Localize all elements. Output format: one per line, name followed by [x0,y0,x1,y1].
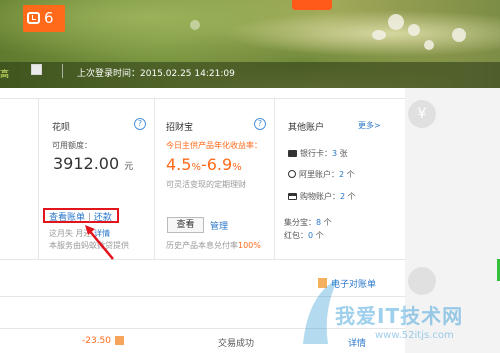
yuan-coin-icon[interactable]: ¥ [408,100,436,128]
aliexpress-icon [288,170,296,178]
bill-links: 查看账单 | 还款 [49,210,112,223]
document-icon [318,278,327,288]
security-level: 高 [0,70,10,80]
huabei-card: 花呗 ? 可用额度： 3912.00 元 查看账单 | 还款 这月失 月还 详情… [38,99,155,260]
divider [62,64,63,78]
repay-link[interactable]: 还款 [94,213,112,223]
last-login-time: 上次登录时间：2015.02.25 14:21:09 [77,69,235,79]
manage-link[interactable]: 管理 [210,219,228,232]
shopping-bag-icon [288,193,297,200]
account-row: 银行卡：3 张 [288,148,348,159]
annotation-arrow [85,225,114,260]
watermark-url: www.52itjs.com [375,330,454,341]
more-link[interactable]: 更多> [358,120,381,131]
card-edge [0,99,39,259]
asset-cards: 花呗 ? 可用额度： 3912.00 元 查看账单 | 还款 这月失 月还 详情… [0,98,405,260]
account-row: 集分宝：8 个 [284,218,332,227]
view-bill-link[interactable]: 查看账单 [49,213,85,223]
available-label: 可用额度： [52,141,92,150]
other-accounts-title: 其他账户 [288,123,325,133]
account-row: 购物账户：2 个 [288,191,356,202]
zhaocaibao-card: 招财宝 ? 今日主供产品年化收益率： 4.5%-6.9% 可灵活变现的定期理财 … [154,99,275,259]
zhaocaibao-title: 招财宝 [166,123,194,133]
account-row: 阿里账户：2 个 [288,169,355,180]
account-row: 红包：0 个 [284,231,324,240]
bank-card-icon [288,150,297,157]
badge-count: 6 [44,9,54,27]
rate-desc: 今日主供产品年化收益率： [166,141,262,150]
view-button[interactable]: 查看 [167,217,204,233]
rate-range: 4.5%-6.9% [166,155,242,174]
message-badge[interactable]: 6 [23,5,65,32]
transaction-detail-link[interactable]: 详情 [348,336,366,349]
other-accounts-card: 其他账户 更多> 银行卡：3 张 阿里账户：2 个 购物账户：2 个 集分宝：8… [274,99,405,259]
header-banner [0,0,500,88]
link-separator: | [87,213,91,223]
banner-info-strip [0,62,500,88]
divider [0,296,405,297]
help-icon[interactable]: ? [134,118,146,130]
transaction-status: 交易成功 [218,339,255,349]
security-shield-icon[interactable] [31,64,42,75]
alarm-clock-icon [27,12,40,24]
more-actions-icon[interactable] [115,336,124,345]
watermark-text: 我爱IT技术网 [335,304,464,328]
history-rate: 历史产品本息兑付率100% [166,241,261,250]
huabei-title: 花呗 [52,123,71,133]
huabei-amount: 3912.00 元 [53,154,134,173]
notification-tab[interactable] [292,0,332,10]
ebill-link[interactable]: 电子对账单 [318,277,376,290]
chart-icon[interactable] [408,267,436,295]
transferable-note: 可灵活变现的定期理财 [166,180,246,189]
transaction-amount: -23.50 [82,336,112,346]
help-icon[interactable]: ? [254,118,266,130]
